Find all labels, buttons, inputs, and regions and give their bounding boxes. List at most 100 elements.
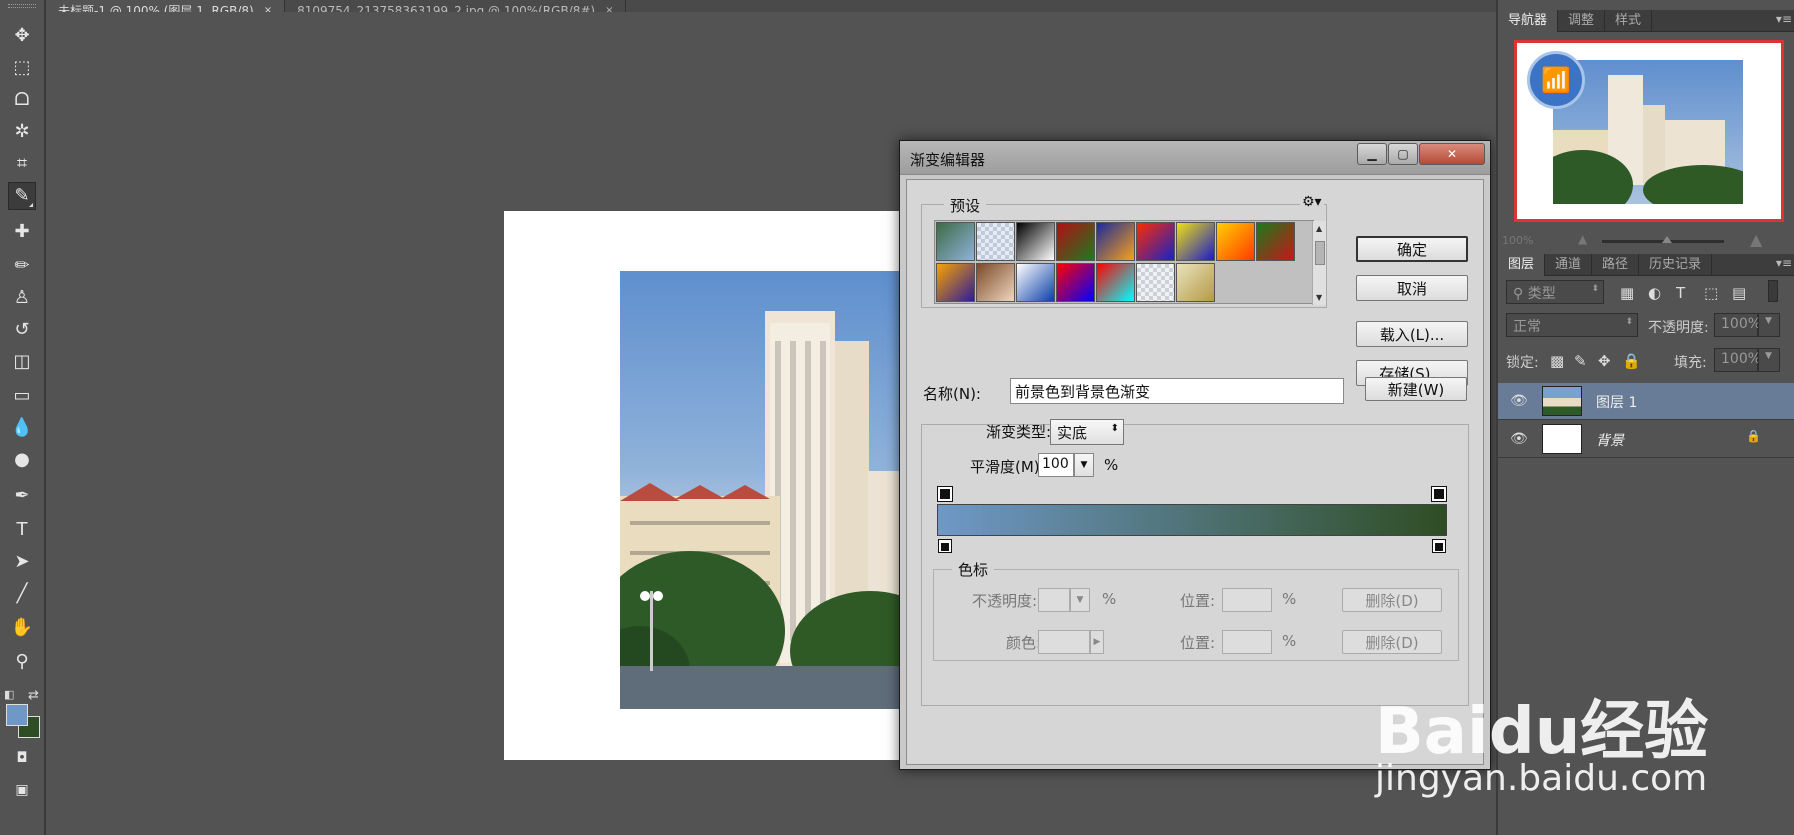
marquee-icon[interactable]: ⬚ bbox=[8, 54, 36, 82]
zoom-out-icon[interactable]: ▲ bbox=[1578, 232, 1587, 246]
zoom-icon[interactable]: ⚲ bbox=[8, 648, 36, 676]
gradient-preset-swatch[interactable] bbox=[1176, 262, 1215, 302]
gradient-preset-swatch[interactable] bbox=[976, 222, 1015, 261]
gradient-preset-swatch[interactable] bbox=[1136, 222, 1175, 261]
tab-channels[interactable]: 通道 bbox=[1545, 254, 1593, 276]
gradient-preset-swatch[interactable] bbox=[1256, 222, 1295, 261]
panel-menu-icon[interactable]: ▾≡ bbox=[1776, 12, 1792, 26]
magic-wand-icon[interactable]: ✲ bbox=[8, 118, 36, 146]
scroll-thumb[interactable] bbox=[1315, 241, 1325, 265]
close-icon[interactable]: × bbox=[264, 6, 272, 13]
opacity-stop-left[interactable] bbox=[937, 486, 953, 502]
opacity-input[interactable]: 100% bbox=[1714, 313, 1761, 337]
panel-grip[interactable] bbox=[8, 4, 36, 8]
adjustment-filter-icon[interactable]: ◐ bbox=[1648, 284, 1661, 302]
tab-styles[interactable]: 样式 bbox=[1605, 10, 1653, 32]
close-icon[interactable]: × bbox=[605, 6, 613, 13]
close-button[interactable]: ✕ bbox=[1419, 143, 1485, 165]
gradient-preset-swatch[interactable] bbox=[1096, 262, 1135, 302]
gear-icon[interactable]: ⚙▾ bbox=[1300, 194, 1324, 210]
layer-row-1[interactable]: 👁 图层 1 bbox=[1498, 383, 1794, 420]
healing-brush-icon[interactable]: ✚ bbox=[8, 218, 36, 246]
hand-icon[interactable]: ✋ bbox=[8, 614, 36, 642]
zoom-in-icon[interactable]: ▲ bbox=[1750, 230, 1762, 249]
lasso-icon[interactable]: ᗝ bbox=[8, 86, 36, 114]
image-filter-icon[interactable]: ▦ bbox=[1620, 284, 1634, 302]
load-button[interactable]: 载入(L)... bbox=[1356, 321, 1468, 347]
opacity-stop-right[interactable] bbox=[1431, 486, 1447, 502]
gradient-type-select[interactable]: 实底 ⬍ bbox=[1050, 419, 1124, 445]
shape-filter-icon[interactable]: ⬚ bbox=[1704, 284, 1718, 302]
lock-pixels-icon[interactable]: ✎ bbox=[1574, 352, 1587, 370]
fill-input[interactable]: 100% bbox=[1714, 348, 1761, 372]
tab-history[interactable]: 历史记录 bbox=[1639, 254, 1713, 276]
gradient-preset-swatch[interactable] bbox=[1016, 222, 1055, 261]
gradient-preset-swatch[interactable] bbox=[1016, 262, 1055, 302]
smoothness-input[interactable]: 100 bbox=[1038, 453, 1074, 477]
tab-paths[interactable]: 路径 bbox=[1592, 254, 1640, 276]
path-selection-icon[interactable]: ➤ bbox=[8, 548, 36, 576]
chevron-down-icon[interactable]: ▼ bbox=[1758, 348, 1780, 372]
eyedropper-icon[interactable]: ✎ bbox=[8, 182, 36, 210]
gradient-preset-swatch[interactable] bbox=[936, 222, 975, 261]
cancel-button[interactable]: 取消 bbox=[1356, 275, 1468, 301]
document-tab-1[interactable]: 未标题-1 @ 100% (图层 1, RGB/8) × bbox=[46, 0, 286, 13]
lock-transparency-icon[interactable]: ▩ bbox=[1550, 352, 1564, 370]
zoom-slider[interactable] bbox=[1602, 236, 1724, 243]
move-icon[interactable]: ✥ bbox=[8, 22, 36, 50]
gradient-preset-swatch[interactable] bbox=[936, 262, 975, 302]
pen-icon[interactable]: ✒ bbox=[8, 482, 36, 510]
foreground-color-swatch[interactable] bbox=[6, 704, 28, 726]
lock-all-icon[interactable]: 🔒 bbox=[1622, 352, 1641, 370]
chevron-down-icon[interactable]: ▼ bbox=[1074, 453, 1094, 477]
eraser-icon[interactable]: ◫ bbox=[8, 348, 36, 376]
scroll-down-icon[interactable]: ▼ bbox=[1316, 293, 1322, 302]
line-icon[interactable]: ╱ bbox=[8, 580, 36, 608]
blend-mode-select[interactable]: 正常 ⬍ bbox=[1506, 313, 1638, 337]
document-tab-2[interactable]: 8109754_213758363199_2.jpg @ 100%(RGB/8#… bbox=[285, 0, 627, 13]
gradient-preset-swatch[interactable] bbox=[1096, 222, 1135, 261]
panel-menu-icon[interactable]: ▾≡ bbox=[1776, 256, 1792, 270]
new-button[interactable]: 新建(W) bbox=[1365, 377, 1467, 401]
chevron-down-icon[interactable]: ▼ bbox=[1758, 313, 1780, 337]
blur-icon[interactable]: 💧 bbox=[8, 414, 36, 442]
minimize-button[interactable]: ▁ bbox=[1357, 143, 1387, 165]
swap-colors-icon[interactable]: ⇄ bbox=[28, 688, 39, 703]
gradient-name-input[interactable]: 前景色到背景色渐变 bbox=[1010, 378, 1344, 404]
ok-button[interactable]: 确定 bbox=[1356, 236, 1468, 262]
crop-icon[interactable]: ⌗ bbox=[8, 150, 36, 178]
history-brush-icon[interactable]: ↺ bbox=[8, 316, 36, 344]
gradient-icon[interactable]: ▭ bbox=[8, 382, 36, 410]
gradient-preset-swatch[interactable] bbox=[1056, 262, 1095, 302]
tab-adjustments[interactable]: 调整 bbox=[1558, 10, 1606, 32]
navigator-preview[interactable]: 📶 bbox=[1514, 40, 1784, 222]
eye-icon[interactable]: 👁 bbox=[1510, 393, 1528, 409]
quick-mask-icon[interactable]: ◘ bbox=[8, 744, 36, 772]
layer-filter-select[interactable]: ⚲ 类型 ⬍ bbox=[1506, 280, 1604, 304]
gradient-preset-swatch[interactable] bbox=[976, 262, 1015, 302]
dodge-icon[interactable]: ● bbox=[8, 446, 36, 474]
presets-scrollbar[interactable]: ▲ ▼ bbox=[1312, 221, 1326, 305]
clone-stamp-icon[interactable]: ♙ bbox=[8, 284, 36, 312]
layer-row-background[interactable]: 👁 背景 🔒 bbox=[1498, 421, 1794, 458]
type-filter-icon[interactable]: T bbox=[1676, 284, 1685, 302]
gradient-preset-swatch[interactable] bbox=[1176, 222, 1215, 261]
color-stop-right[interactable] bbox=[1432, 539, 1446, 553]
gradient-preview-bar[interactable] bbox=[937, 504, 1447, 536]
gradient-preset-swatch[interactable] bbox=[1056, 222, 1095, 261]
default-colors-icon[interactable]: ◧ bbox=[4, 688, 14, 701]
document-canvas[interactable] bbox=[504, 211, 924, 760]
scroll-up-icon[interactable]: ▲ bbox=[1316, 224, 1322, 233]
tab-navigator[interactable]: 导航器 bbox=[1498, 10, 1559, 32]
brush-icon[interactable]: ✏ bbox=[8, 252, 36, 280]
eye-icon[interactable]: 👁 bbox=[1510, 431, 1528, 447]
smart-object-filter-icon[interactable]: ▤ bbox=[1732, 284, 1746, 302]
zoom-slider-thumb[interactable] bbox=[1662, 236, 1672, 243]
filter-toggle[interactable] bbox=[1768, 280, 1778, 302]
lock-position-icon[interactable]: ✥ bbox=[1598, 352, 1611, 370]
gradient-preset-swatch[interactable] bbox=[1136, 262, 1175, 302]
tab-layers[interactable]: 图层 bbox=[1498, 254, 1546, 276]
dialog-titlebar[interactable]: 渐变编辑器 ▁ ▢ ✕ bbox=[900, 141, 1490, 175]
type-icon[interactable]: T bbox=[8, 516, 36, 544]
color-stop-left[interactable] bbox=[938, 539, 952, 553]
